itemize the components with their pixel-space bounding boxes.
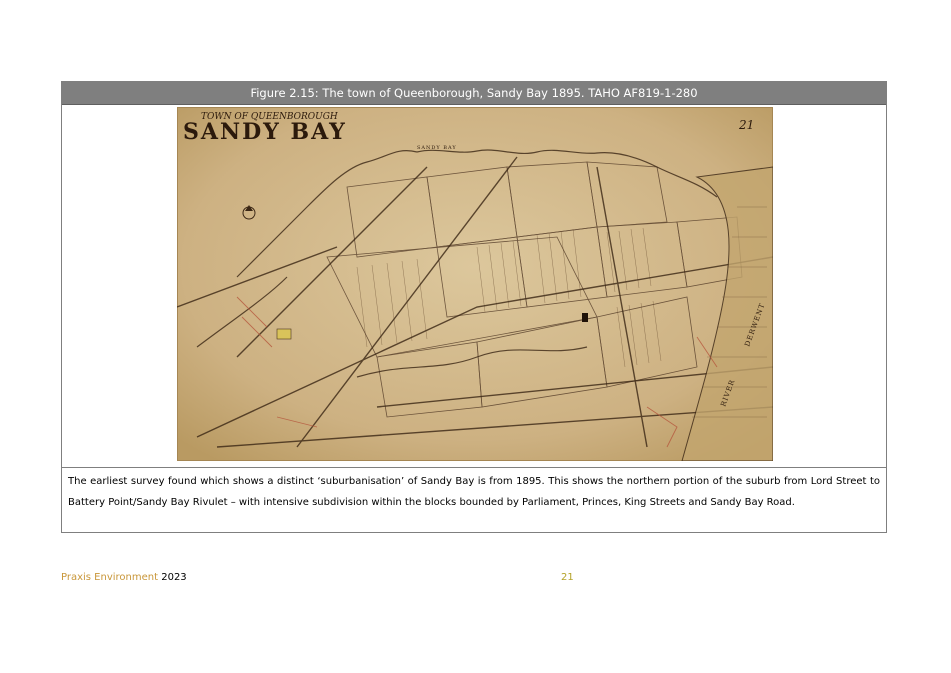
- map-area: TOWN OF QUEENBOROUGH SANDY BAY 21 SANDY …: [62, 105, 886, 468]
- map-bay-label: SANDY BAY: [417, 145, 457, 151]
- figure-description: The earliest survey found which shows a …: [68, 476, 880, 508]
- map-sheet-number: 21: [738, 118, 754, 132]
- figure-caption: Figure 2.15: The town of Queenborough, S…: [62, 82, 886, 105]
- historic-survey-map: TOWN OF QUEENBOROUGH SANDY BAY 21 SANDY …: [177, 107, 773, 461]
- figure-box: Figure 2.15: The town of Queenborough, S…: [61, 81, 887, 533]
- footer-year: 2023: [161, 572, 187, 583]
- footer-credit: Praxis Environment 2023: [61, 572, 187, 583]
- page-number: 21: [561, 572, 574, 583]
- map-heading-large: SANDY BAY: [183, 119, 347, 145]
- footer-org: Praxis Environment: [61, 572, 159, 583]
